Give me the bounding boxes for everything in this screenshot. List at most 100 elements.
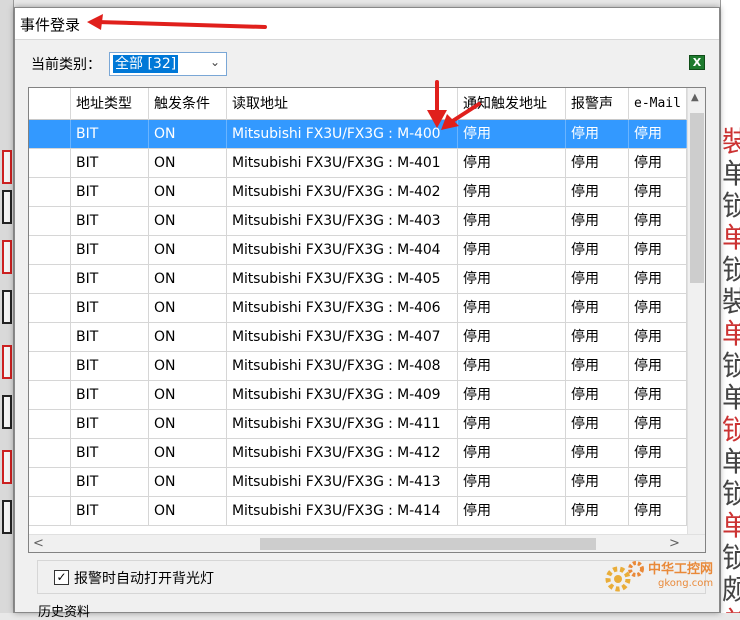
table-row[interactable]: BIT ON Mitsubishi FX3U/FX3G : M-408 停用 停用 停用	[29, 352, 687, 381]
trigger-condition-cell: ON	[149, 323, 227, 351]
trigger-condition-cell: ON	[149, 468, 227, 496]
table-row[interactable]: BIT ON Mitsubishi FX3U/FX3G : M-402 停用 停用 停用	[29, 178, 687, 207]
trigger-condition-cell: ON	[149, 265, 227, 293]
column-header-address-type[interactable]: 地址类型	[71, 88, 149, 120]
horizontal-scroll-thumb[interactable]	[260, 538, 596, 550]
table-row[interactable]: BIT ON Mitsubishi FX3U/FX3G : M-406 停用 停用 停用	[29, 294, 687, 323]
background-glyph: 单	[722, 608, 740, 614]
address-type-cell: BIT	[71, 439, 149, 467]
table-row[interactable]: BIT ON Mitsubishi FX3U/FX3G : M-407 停用 停用 停用	[29, 323, 687, 352]
address-type-cell: BIT	[71, 236, 149, 264]
address-type-cell: BIT	[71, 265, 149, 293]
table-body: BIT ON Mitsubishi FX3U/FX3G : M-400 停用 停用 停用 B…	[29, 120, 687, 526]
annotation-arrow-icon	[427, 80, 481, 130]
row-index-cell	[29, 439, 71, 467]
column-header-alarm-sound[interactable]: 报警声	[566, 88, 629, 120]
trigger-condition-cell: ON	[149, 439, 227, 467]
background-marker	[2, 150, 12, 184]
alarm-sound-cell: 停用	[566, 236, 629, 264]
event-table: 地址类型 触发条件 读取地址 通知触发地址 报警声 e-Mail BIT ON Mi…	[28, 87, 706, 553]
email-cell: 停用	[629, 439, 687, 467]
read-address-cell: Mitsubishi FX3U/FX3G : M-404	[227, 236, 458, 264]
table-row[interactable]: BIT ON Mitsubishi FX3U/FX3G : M-414 停用 停用 停用	[29, 497, 687, 526]
read-address-cell: Mitsubishi FX3U/FX3G : M-409	[227, 381, 458, 409]
backlight-checkbox[interactable]: ✓	[54, 570, 69, 585]
category-select[interactable]: 全部 [32] ⌄	[109, 52, 227, 76]
column-header-index[interactable]	[29, 88, 71, 120]
scroll-left-icon[interactable]: <	[33, 536, 44, 551]
notify-address-cell: 停用	[458, 294, 566, 322]
notify-address-cell: 停用	[458, 352, 566, 380]
read-address-cell: Mitsubishi FX3U/FX3G : M-414	[227, 497, 458, 525]
scroll-up-icon[interactable]: ▲	[691, 92, 699, 103]
trigger-condition-cell: ON	[149, 352, 227, 380]
row-index-cell	[29, 323, 71, 351]
trigger-condition-cell: ON	[149, 410, 227, 438]
scroll-right-icon[interactable]: >	[669, 536, 680, 551]
alarm-sound-cell: 停用	[566, 207, 629, 235]
category-selected-value: 全部 [32]	[113, 55, 179, 73]
excel-export-icon[interactable]: X	[689, 55, 705, 70]
notify-address-cell: 停用	[458, 497, 566, 525]
column-header-email[interactable]: e-Mail	[629, 88, 687, 120]
row-index-cell	[29, 381, 71, 409]
table-row[interactable]: BIT ON Mitsubishi FX3U/FX3G : M-413 停用 停用 停用	[29, 468, 687, 497]
annotation-arrow-icon	[87, 14, 267, 30]
address-type-cell: BIT	[71, 352, 149, 380]
table-row[interactable]: BIT ON Mitsubishi FX3U/FX3G : M-403 停用 停用 停用	[29, 207, 687, 236]
gear-logo-icon	[605, 561, 644, 592]
email-cell: 停用	[629, 149, 687, 177]
row-index-cell	[29, 236, 71, 264]
table-row[interactable]: BIT ON Mitsubishi FX3U/FX3G : M-409 停用 停用 停用	[29, 381, 687, 410]
row-index-cell	[29, 497, 71, 525]
column-header-trigger-condition[interactable]: 触发条件	[149, 88, 227, 120]
email-cell: 停用	[629, 178, 687, 206]
alarm-sound-cell: 停用	[566, 410, 629, 438]
email-cell: 停用	[629, 294, 687, 322]
table-row[interactable]: BIT ON Mitsubishi FX3U/FX3G : M-400 停用 停用 停用	[29, 120, 687, 149]
alarm-sound-cell: 停用	[566, 352, 629, 380]
read-address-cell: Mitsubishi FX3U/FX3G : M-403	[227, 207, 458, 235]
notify-address-cell: 停用	[458, 468, 566, 496]
read-address-cell: Mitsubishi FX3U/FX3G : M-401	[227, 149, 458, 177]
notify-address-cell: 停用	[458, 381, 566, 409]
background-app-right-strip: 裝单锁单锁裝单锁单锁单锁单锁颇单	[720, 0, 740, 613]
watermark: 中华工控网 gkong.com	[602, 557, 722, 597]
horizontal-scrollbar[interactable]: < >	[29, 534, 705, 552]
table-row[interactable]: BIT ON Mitsubishi FX3U/FX3G : M-404 停用 停用 停用	[29, 236, 687, 265]
background-glyph: 锁	[722, 352, 740, 380]
row-index-cell	[29, 410, 71, 438]
background-glyph: 锁	[722, 544, 740, 572]
alarm-sound-cell: 停用	[566, 149, 629, 177]
background-glyph: 单	[722, 384, 740, 412]
read-address-cell: Mitsubishi FX3U/FX3G : M-408	[227, 352, 458, 380]
alarm-sound-cell: 停用	[566, 323, 629, 351]
notify-address-cell: 停用	[458, 265, 566, 293]
table-row[interactable]: BIT ON Mitsubishi FX3U/FX3G : M-411 停用 停用 停用	[29, 410, 687, 439]
background-glyph: 锁	[722, 256, 740, 284]
email-cell: 停用	[629, 381, 687, 409]
backlight-checkbox-label[interactable]: 报警时自动打开背光灯	[74, 568, 214, 588]
row-index-cell	[29, 294, 71, 322]
alarm-sound-cell: 停用	[566, 294, 629, 322]
watermark-en-text: gkong.com	[658, 578, 714, 589]
notify-address-cell: 停用	[458, 178, 566, 206]
read-address-cell: Mitsubishi FX3U/FX3G : M-402	[227, 178, 458, 206]
alarm-sound-cell: 停用	[566, 178, 629, 206]
table-row[interactable]: BIT ON Mitsubishi FX3U/FX3G : M-412 停用 停用 停用	[29, 439, 687, 468]
notify-address-cell: 停用	[458, 439, 566, 467]
title-bar[interactable]: 事件登录	[15, 8, 719, 40]
background-marker	[2, 290, 12, 324]
table-header: 地址类型 触发条件 读取地址 通知触发地址 报警声 e-Mail	[29, 88, 689, 120]
chevron-down-icon[interactable]: ⌄	[210, 55, 220, 69]
email-cell: 停用	[629, 207, 687, 235]
vertical-scrollbar[interactable]: ▲	[687, 88, 705, 534]
background-glyph: 单	[722, 512, 740, 540]
watermark-cn-text: 中华工控网	[648, 562, 714, 577]
email-cell: 停用	[629, 323, 687, 351]
table-row[interactable]: BIT ON Mitsubishi FX3U/FX3G : M-401 停用 停用 停用	[29, 149, 687, 178]
table-row[interactable]: BIT ON Mitsubishi FX3U/FX3G : M-405 停用 停用 停用	[29, 265, 687, 294]
vertical-scroll-thumb[interactable]	[690, 113, 704, 283]
background-glyph: 锁	[722, 192, 740, 220]
background-glyph: 锁	[722, 416, 740, 444]
